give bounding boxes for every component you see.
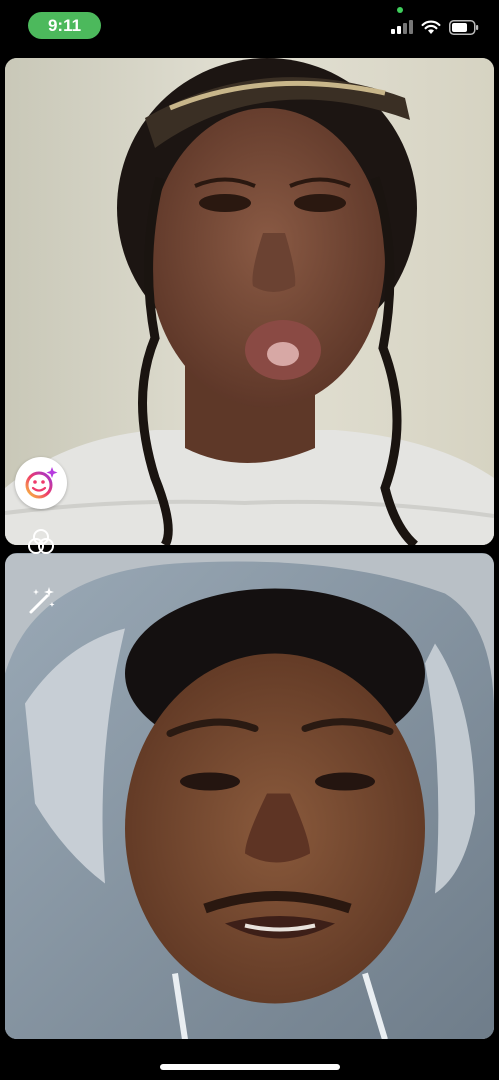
status-bar: 9:11 [0,0,499,52]
status-time: 9:11 [28,12,101,39]
self-video-tile[interactable] [5,553,494,1039]
color-filters-icon[interactable] [26,528,56,556]
home-indicator[interactable] [160,1064,340,1070]
privacy-indicator-dot [397,7,403,13]
battery-icon [449,19,479,35]
remote-video-tile[interactable] [5,58,494,545]
magic-wand-icon[interactable] [25,584,57,616]
self-participant-video [5,553,494,1039]
wifi-icon [421,20,441,34]
status-icons [391,19,479,35]
cellular-signal-icon [391,20,413,34]
face-effects-sparkle-icon [25,467,58,499]
remote-participant-video [5,58,494,545]
effects-button[interactable] [15,457,67,509]
